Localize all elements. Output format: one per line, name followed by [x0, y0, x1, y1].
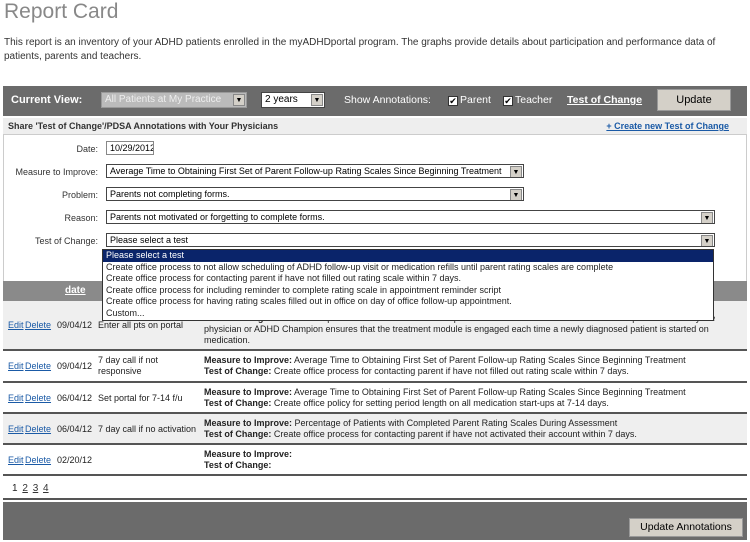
table-row: Edit Delete 02/20/12 Measure to Improve:…	[3, 445, 747, 476]
edit-link[interactable]: Edit	[8, 393, 24, 403]
row-content: Measure to Improve: Average Time to Obta…	[204, 355, 739, 377]
row-description: 7 day call if not responsive	[98, 355, 159, 376]
parent-checkbox[interactable]: ✔ Parent	[448, 94, 491, 106]
row-description: 7 day call if no activation	[98, 424, 197, 434]
pagination: 1 2 3 4	[12, 483, 51, 494]
measure-label: Measure to Improve:	[15, 167, 98, 177]
divider	[3, 498, 747, 500]
reason-value: Parents not motivated or forgetting to c…	[110, 212, 325, 222]
intro-text: This report is an inventory of your ADHD…	[4, 37, 716, 62]
row-content: Measure to Improve: Average Time to Obta…	[204, 387, 739, 409]
page-3-link[interactable]: 3	[33, 483, 39, 494]
date-column-header[interactable]: date	[65, 285, 86, 296]
row-description: Set portal for 7-14 f/u	[98, 393, 183, 403]
update-annotations-button[interactable]: Update Annotations	[629, 518, 743, 537]
dropdown-option[interactable]: Custom...	[103, 308, 713, 320]
measure-label: Measure to Improve:	[204, 387, 293, 397]
edit-link[interactable]: Edit	[8, 361, 24, 371]
page-1: 1	[12, 483, 18, 494]
row-content: Measure to Improve: Percentage of Patien…	[204, 418, 739, 440]
edit-link[interactable]: Edit	[8, 424, 24, 434]
page-2-link[interactable]: 2	[22, 483, 28, 494]
teacher-label: Teacher	[515, 94, 553, 106]
dropdown-option[interactable]: Please select a test	[103, 250, 713, 262]
problem-value: Parents not completing forms.	[110, 189, 230, 199]
test-of-change-link[interactable]: Test of Change	[567, 94, 642, 106]
test-label: Test of Change:	[34, 236, 98, 246]
row-date: 06/04/12	[57, 393, 93, 403]
delete-link[interactable]: Delete	[25, 424, 51, 434]
test-of-change-label: Test of Change:	[204, 460, 272, 470]
delete-link[interactable]: Delete	[25, 393, 51, 403]
period-select[interactable]: 2 years ▼	[261, 92, 325, 108]
measure-text: Average Time to Obtaining First Set of P…	[294, 355, 686, 365]
current-view-label: Current View:	[11, 94, 83, 106]
row-date: 02/20/12	[57, 455, 93, 465]
edit-link[interactable]: Edit	[8, 455, 24, 465]
row-description: Enter all pts on portal	[98, 320, 184, 330]
chevron-down-icon: ▼	[510, 189, 522, 200]
measure-label: Measure to Improve:	[204, 355, 293, 365]
chevron-down-icon: ▼	[311, 94, 323, 106]
measure-label: Measure to Improve:	[204, 449, 293, 459]
chevron-down-icon: ▼	[701, 235, 713, 246]
share-title: Share 'Test of Change'/PDSA Annotations …	[8, 121, 279, 131]
dropdown-option[interactable]: Create office process for contacting par…	[103, 273, 713, 285]
table-row: Edit Delete 06/04/12 7 day call if no ac…	[3, 414, 747, 445]
dropdown-option[interactable]: Create office process to not allow sched…	[103, 262, 713, 274]
row-date: 09/04/12	[57, 320, 93, 330]
parent-label: Parent	[460, 94, 491, 106]
date-input[interactable]: 10/29/2012	[106, 141, 154, 155]
toolbar: Current View: All Patients at My Practic…	[3, 86, 747, 116]
show-annotations-label: Show Annotations:	[344, 94, 431, 106]
row-date: 06/04/12	[57, 424, 93, 434]
measure-text: Percentage of Patients with Completed Pa…	[294, 418, 618, 428]
test-of-change-label: Test of Change:	[204, 366, 272, 376]
page-4-link[interactable]: 4	[43, 483, 49, 494]
test-of-change-text: Create office policy for setting period …	[273, 398, 609, 408]
period-value: 2 years	[265, 94, 298, 105]
test-of-change-text: Create office process for contacting par…	[273, 366, 629, 376]
test-value: Please select a test	[110, 235, 189, 245]
measure-text: Average Time to Obtaining First Set of P…	[294, 387, 686, 397]
test-of-change-label: Test of Change:	[204, 429, 272, 439]
delete-link[interactable]: Delete	[25, 361, 51, 371]
footer-bar: Update Annotations	[3, 502, 747, 540]
share-header: Share 'Test of Change'/PDSA Annotations …	[3, 118, 747, 135]
teacher-checkbox[interactable]: ✔ Teacher	[503, 94, 552, 106]
problem-select[interactable]: Parents not completing forms. ▼	[106, 187, 524, 201]
row-date: 09/04/12	[57, 361, 93, 371]
dropdown-option[interactable]: Create office process for including remi…	[103, 285, 713, 297]
measure-select[interactable]: Average Time to Obtaining First Set of P…	[106, 164, 524, 178]
measure-value: Average Time to Obtaining First Set of P…	[110, 166, 502, 176]
create-test-of-change-link[interactable]: + Create new Test of Change	[606, 121, 729, 131]
test-select[interactable]: Please select a test ▼	[106, 233, 715, 247]
table-row: Edit Delete 06/04/12 Set portal for 7-14…	[3, 383, 747, 414]
measure-label: Measure to Improve:	[204, 418, 293, 428]
delete-link[interactable]: Delete	[25, 320, 51, 330]
dropdown-option[interactable]: Create office process for having rating …	[103, 296, 713, 308]
check-icon: ✔	[448, 96, 458, 106]
test-of-change-text: Create office process for contacting par…	[273, 429, 637, 439]
chevron-down-icon: ▼	[233, 94, 245, 106]
view-select[interactable]: All Patients at My Practice ▼	[101, 92, 247, 108]
test-of-change-label: Test of Change:	[204, 398, 272, 408]
check-icon: ✔	[503, 96, 513, 106]
chevron-down-icon: ▼	[510, 166, 522, 177]
reason-select[interactable]: Parents not motivated or forgetting to c…	[106, 210, 715, 224]
date-label: Date:	[76, 144, 98, 154]
view-value: All Patients at My Practice	[105, 94, 222, 105]
delete-link[interactable]: Delete	[25, 455, 51, 465]
reason-label: Reason:	[64, 213, 98, 223]
chevron-down-icon: ▼	[701, 212, 713, 223]
edit-link[interactable]: Edit	[8, 320, 24, 330]
row-content: Measure to Improve: Test of Change:	[204, 449, 739, 471]
table-row: Edit Delete 09/04/12 7 day call if not r…	[3, 351, 747, 383]
update-button[interactable]: Update	[657, 89, 731, 111]
page-title: Report Card	[4, 0, 119, 23]
test-dropdown-list: Please select a test Create office proce…	[102, 249, 714, 321]
problem-label: Problem:	[61, 190, 98, 200]
